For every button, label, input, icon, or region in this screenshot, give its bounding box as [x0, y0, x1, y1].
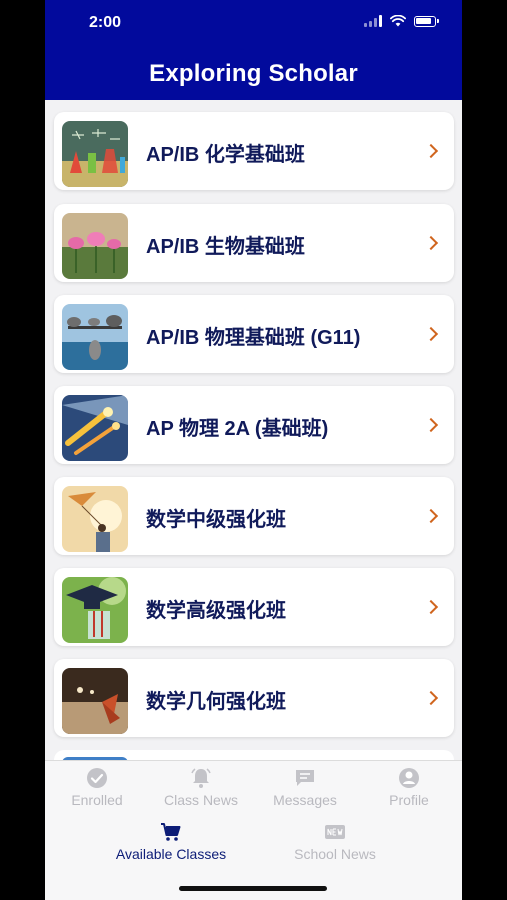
class-title: 数学几何强化班 — [146, 691, 286, 713]
home-indicator — [179, 886, 327, 891]
tab-school-news[interactable]: School News — [285, 821, 385, 862]
tab-enrolled-label: Enrolled — [71, 792, 123, 808]
chevron-right-icon — [423, 508, 439, 524]
class-title: 数学中级强化班 — [146, 509, 286, 531]
class-item-math-intermediate[interactable]: 数学中级强化班 — [54, 477, 454, 555]
status-icons — [364, 15, 439, 27]
class-item-biology[interactable]: AP/IB 生物基础班 — [54, 204, 454, 282]
balancing-stones-image — [62, 304, 128, 370]
tab-available-classes-label: Available Classes — [115, 846, 227, 862]
chevron-right-icon — [423, 235, 439, 251]
tab-enrolled[interactable]: Enrolled — [57, 767, 137, 808]
class-item-math-geometry[interactable]: 数学几何强化班 — [54, 659, 454, 737]
page-title: Exploring Scholar — [149, 60, 358, 87]
new-badge-icon — [325, 825, 345, 839]
class-title: AP/IB 物理基础班 (G11) — [146, 327, 361, 349]
tab-bar: Enrolled Class News Messages Profile Ava… — [45, 760, 462, 900]
lotus-flowers-image — [62, 213, 128, 279]
class-title: AP 物理 2A (基础班) — [146, 418, 329, 440]
class-item-math-advanced[interactable]: 数学高级强化班 — [54, 568, 454, 646]
tab-messages[interactable]: Messages — [263, 767, 347, 808]
class-title: AP/IB 化学基础班 — [146, 144, 305, 166]
battery-icon — [414, 15, 439, 27]
class-item-physics-2a[interactable]: AP 物理 2A (基础班) — [54, 386, 454, 464]
class-item-physics-g11[interactable]: AP/IB 物理基础班 (G11) — [54, 295, 454, 373]
comet-image — [62, 395, 128, 461]
kite-boy-image — [62, 486, 128, 552]
class-title: 数学高级强化班 — [146, 600, 286, 622]
chevron-right-icon — [423, 690, 439, 706]
tab-class-news-label: Class News — [164, 792, 238, 808]
chevron-right-icon — [423, 326, 439, 342]
class-item-chemistry[interactable]: AP/IB 化学基础班 — [54, 112, 454, 190]
user-circle-icon — [399, 768, 419, 788]
shopping-cart-icon — [161, 823, 181, 841]
chevron-right-icon — [423, 599, 439, 615]
tab-profile[interactable]: Profile — [371, 767, 447, 808]
chat-bubble-icon — [296, 770, 314, 786]
wifi-icon — [390, 15, 406, 27]
tab-messages-label: Messages — [273, 792, 337, 808]
checkmark-circle-icon — [87, 768, 107, 788]
app-header: 2:00 Exploring Scholar — [45, 0, 462, 100]
app-screen: 2:00 Exploring Scholar AP/IB 化学基础班 AP/IB… — [45, 0, 462, 900]
tab-available-classes[interactable]: Available Classes — [107, 821, 235, 862]
tab-school-news-label: School News — [294, 846, 376, 862]
class-title: AP/IB 生物基础班 — [146, 236, 305, 258]
graduation-cap-image — [62, 577, 128, 643]
chemistry-lab-image — [62, 121, 128, 187]
chevron-right-icon — [423, 417, 439, 433]
status-time: 2:00 — [89, 14, 122, 31]
butterfly-image — [62, 668, 128, 734]
bell-icon — [191, 768, 211, 788]
chevron-right-icon — [423, 143, 439, 159]
signal-icon — [364, 15, 382, 27]
tab-profile-label: Profile — [389, 792, 429, 808]
tab-class-news[interactable]: Class News — [153, 767, 249, 808]
